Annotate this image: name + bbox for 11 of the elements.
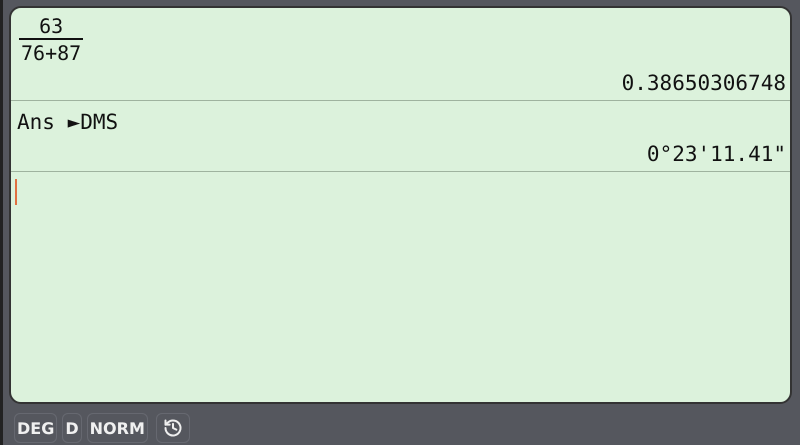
result: 0.38650306748 bbox=[622, 70, 786, 97]
text-cursor bbox=[15, 179, 17, 205]
mode-indicator[interactable]: NORM bbox=[86, 413, 148, 443]
denominator: 76+87 bbox=[19, 38, 84, 66]
expression: Ans ►DMS bbox=[17, 109, 118, 136]
result: 0°23'11.41" bbox=[646, 141, 786, 168]
mode-indicator[interactable]: DEG bbox=[14, 413, 58, 443]
numerator: 63 bbox=[39, 14, 64, 38]
mode-indicator[interactable]: D bbox=[62, 413, 82, 443]
history-icon bbox=[162, 418, 183, 438]
history-button[interactable] bbox=[156, 413, 190, 443]
